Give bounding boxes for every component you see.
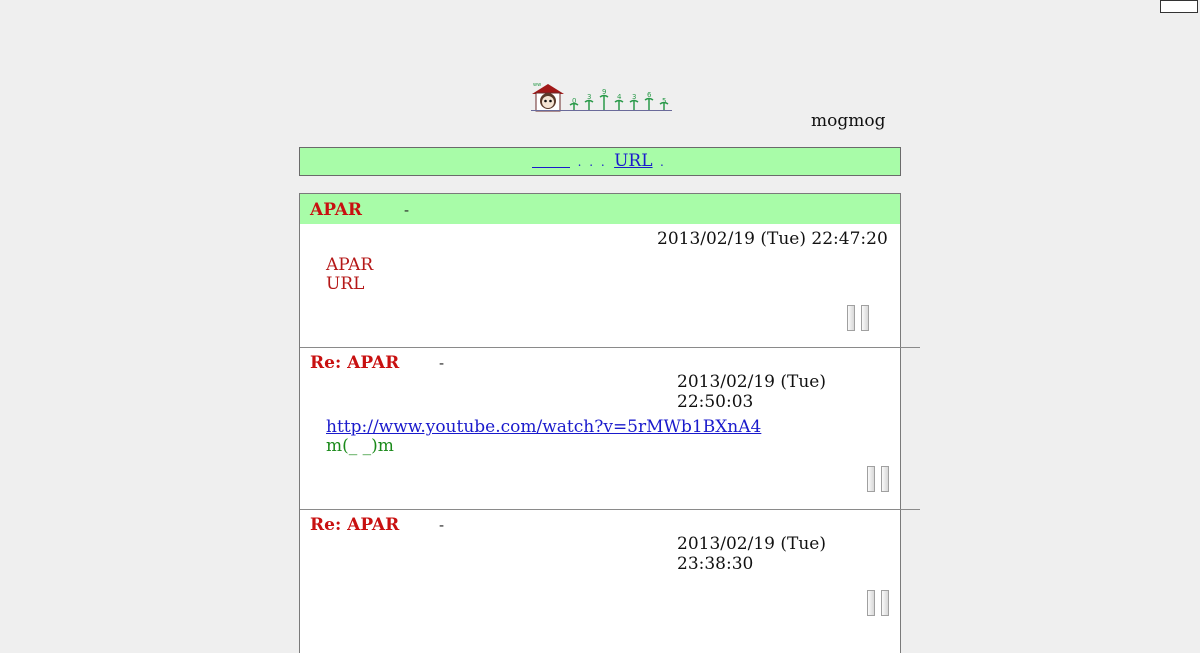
corner-box[interactable] bbox=[1160, 0, 1198, 13]
post-date: 2013/02/19 (Tue) 22:50:03 bbox=[677, 372, 826, 412]
post-date: 2013/02/19 (Tue) 22:47:20 bbox=[657, 229, 888, 249]
post-separator bbox=[300, 509, 920, 510]
post-author-dash: - bbox=[404, 201, 410, 219]
reply-button[interactable] bbox=[867, 590, 875, 616]
nav-link-blank[interactable] bbox=[532, 151, 571, 168]
post-author-dash: - bbox=[439, 516, 445, 534]
nav-separator: . . . bbox=[577, 155, 607, 169]
post-date: 2013/02/19 (Tue) 23:38:30 bbox=[677, 534, 826, 574]
post-header: APAR - bbox=[300, 194, 900, 224]
post-body-line: m(_ _)m bbox=[326, 436, 394, 456]
site-logo[interactable]: ww 0 3 9 4 3 6 5 bbox=[530, 82, 672, 112]
post-body-line: URL bbox=[326, 274, 365, 294]
svg-text:5: 5 bbox=[662, 97, 666, 105]
post-body: APAR URL bbox=[326, 256, 373, 294]
nav-separator: . bbox=[659, 155, 666, 169]
svg-text:9: 9 bbox=[602, 88, 606, 96]
post-actions bbox=[867, 466, 889, 492]
nav-bar: . . . URL . bbox=[299, 147, 901, 176]
edit-button[interactable] bbox=[861, 305, 869, 331]
post-separator bbox=[300, 347, 920, 348]
svg-text:6: 6 bbox=[647, 91, 652, 99]
thread: APAR - 2013/02/19 (Tue) 22:47:20 APAR UR… bbox=[299, 193, 920, 653]
post-title: Re: APAR bbox=[310, 353, 400, 373]
doghouse-icon: ww bbox=[532, 82, 564, 112]
svg-text:3: 3 bbox=[632, 93, 636, 101]
reply-button[interactable] bbox=[847, 305, 855, 331]
post-body-line: APAR bbox=[326, 255, 374, 275]
post-link[interactable]: http://www.youtube.com/watch?v=5rMWb1BXn… bbox=[326, 417, 761, 437]
counter-underline bbox=[531, 110, 672, 111]
reply-button[interactable] bbox=[867, 466, 875, 492]
edit-button[interactable] bbox=[881, 466, 889, 492]
post-body: http://www.youtube.com/watch?v=5rMWb1BXn… bbox=[326, 418, 761, 456]
post-actions bbox=[867, 590, 889, 616]
post-author-dash: - bbox=[439, 354, 445, 372]
svg-text:ww: ww bbox=[533, 82, 541, 88]
edit-button[interactable] bbox=[881, 590, 889, 616]
site-user-name: mogmog bbox=[811, 111, 886, 131]
counter-sprouts: 0 3 9 4 3 6 5 bbox=[569, 88, 669, 110]
nav-link-url[interactable]: URL bbox=[614, 151, 652, 171]
post-title: Re: APAR bbox=[310, 515, 400, 535]
post-title: APAR bbox=[310, 200, 363, 220]
svg-text:4: 4 bbox=[617, 93, 622, 101]
post-actions bbox=[847, 305, 869, 331]
svg-text:0: 0 bbox=[572, 97, 576, 105]
svg-text:3: 3 bbox=[587, 93, 591, 101]
